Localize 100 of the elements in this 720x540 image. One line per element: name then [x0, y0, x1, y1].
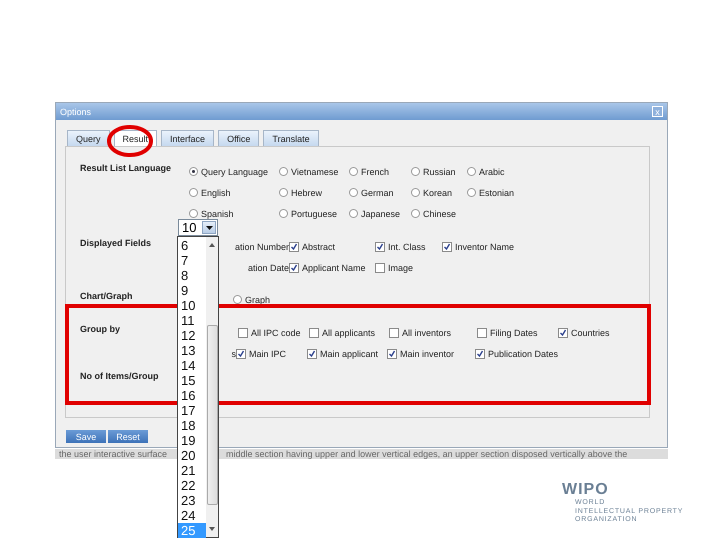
option-label: Applicant Name	[302, 262, 366, 272]
option-label: Arabic	[479, 166, 505, 176]
checkbox[interactable]	[442, 242, 452, 252]
list-option[interactable]: 16	[178, 388, 206, 403]
option-label: German	[361, 188, 394, 198]
option-label: Vietnamese	[291, 166, 338, 176]
option-label: Korean	[423, 188, 452, 198]
option-label: Main IPC	[249, 348, 286, 358]
option-label: Japanese	[361, 208, 400, 218]
checkbox[interactable]	[289, 262, 299, 272]
list-option[interactable]: 7	[178, 253, 206, 268]
option-label: Main applicant	[320, 348, 378, 358]
radio-button[interactable]	[349, 167, 358, 176]
action-button[interactable]: Save	[66, 430, 106, 443]
number-select[interactable]: 10	[178, 219, 218, 236]
option-label: All inventors	[402, 328, 452, 338]
checkbox[interactable]	[236, 348, 246, 358]
list-option[interactable]: 6	[178, 238, 206, 253]
radio-button[interactable]	[233, 295, 242, 304]
list-option[interactable]: 10	[178, 298, 206, 313]
radio-button[interactable]	[279, 209, 288, 218]
option-label: English	[201, 188, 231, 198]
checkbox[interactable]	[289, 242, 299, 252]
tab[interactable]: Translate	[263, 130, 319, 146]
option-label: All applicants	[322, 328, 376, 338]
option-label: s	[232, 348, 236, 358]
scroll-thumb[interactable]	[207, 325, 218, 505]
list-option[interactable]: 18	[178, 418, 206, 433]
checkbox[interactable]	[475, 348, 485, 358]
caption-text: the user interactive surface	[59, 449, 168, 459]
option-label: Inventor Name	[455, 242, 514, 252]
select-value: 10	[182, 220, 196, 235]
option-label: ation Number	[234, 242, 289, 252]
list-option[interactable]: 22	[178, 478, 206, 493]
radio-button[interactable]	[411, 209, 420, 218]
radio-button[interactable]	[349, 188, 358, 197]
checkbox[interactable]	[387, 348, 397, 358]
list-option[interactable]: 13	[178, 343, 206, 358]
list-option[interactable]: 12	[178, 328, 206, 343]
checkbox[interactable]	[375, 242, 385, 252]
dialog-title: Options	[60, 106, 92, 116]
option-label: Spanish	[201, 208, 234, 218]
annotation-ellipse	[107, 125, 153, 157]
list-option[interactable]: 17	[178, 403, 206, 418]
radio-button[interactable]	[279, 167, 288, 176]
radio-button[interactable]	[349, 209, 358, 218]
radio-button[interactable]	[279, 188, 288, 197]
option-label: Portuguese	[291, 208, 338, 218]
field-label: Group by	[80, 323, 120, 336]
radio-button[interactable]	[411, 188, 420, 197]
option-label: Filing Dates	[490, 328, 538, 338]
option-label: Publication Dates	[488, 348, 558, 358]
option-label: All IPC code	[251, 328, 301, 338]
list-option[interactable]: 23	[178, 493, 206, 508]
checkbox[interactable]	[389, 328, 399, 338]
tab[interactable]: Interface	[161, 130, 214, 146]
field-label: No of Items/Group	[80, 370, 158, 383]
tab[interactable]: Office	[218, 130, 260, 146]
list-option[interactable]: 14	[178, 358, 206, 373]
radio-button[interactable]	[467, 188, 476, 197]
checkbox[interactable]	[477, 328, 487, 338]
option-label: Countries	[571, 328, 610, 338]
scroll-up-icon[interactable]	[209, 243, 215, 247]
list-option[interactable]: 20	[178, 448, 206, 463]
option-label: Graph	[245, 294, 270, 304]
scroll-down-icon[interactable]	[209, 527, 215, 531]
checkbox[interactable]	[307, 348, 317, 358]
radio-button[interactable]	[411, 167, 420, 176]
list-option[interactable]: 24	[178, 508, 206, 523]
option-label: Abstract	[302, 242, 336, 252]
list-option[interactable]: 11	[178, 313, 206, 328]
option-label: Query Language	[201, 166, 268, 176]
list-option[interactable]: 15	[178, 373, 206, 388]
checkbox[interactable]	[238, 328, 248, 338]
caret-icon	[202, 221, 216, 234]
logo-name: WIPO	[562, 481, 609, 499]
list-option[interactable]: 9	[178, 283, 206, 298]
option-label: Int. Class	[388, 242, 426, 252]
radio-button[interactable]	[189, 209, 198, 218]
list-option[interactable]: 8	[178, 268, 206, 283]
scrollbar[interactable]	[206, 237, 218, 537]
option-label: French	[361, 166, 390, 176]
radio-button[interactable]	[189, 188, 198, 197]
list-option[interactable]: 19	[178, 433, 206, 448]
field-label: Result List Language	[80, 162, 172, 175]
option-label: ation Date	[248, 262, 289, 272]
option-label: Hebrew	[291, 188, 322, 198]
radio-button[interactable]	[189, 167, 198, 176]
field-label: Displayed Fields	[80, 237, 152, 250]
list-option[interactable]: 21	[178, 463, 206, 478]
option-label: Image	[388, 262, 414, 272]
action-button[interactable]: Reset	[108, 430, 148, 443]
checkbox[interactable]	[309, 328, 319, 338]
option-label: Chinese	[423, 208, 456, 218]
field-label: Chart/Graph	[80, 290, 133, 303]
checkbox[interactable]	[558, 328, 568, 338]
option-label: Main inventor	[400, 348, 454, 358]
radio-button[interactable]	[467, 167, 476, 176]
checkbox[interactable]	[375, 262, 385, 272]
tab[interactable]: Query	[67, 130, 110, 146]
